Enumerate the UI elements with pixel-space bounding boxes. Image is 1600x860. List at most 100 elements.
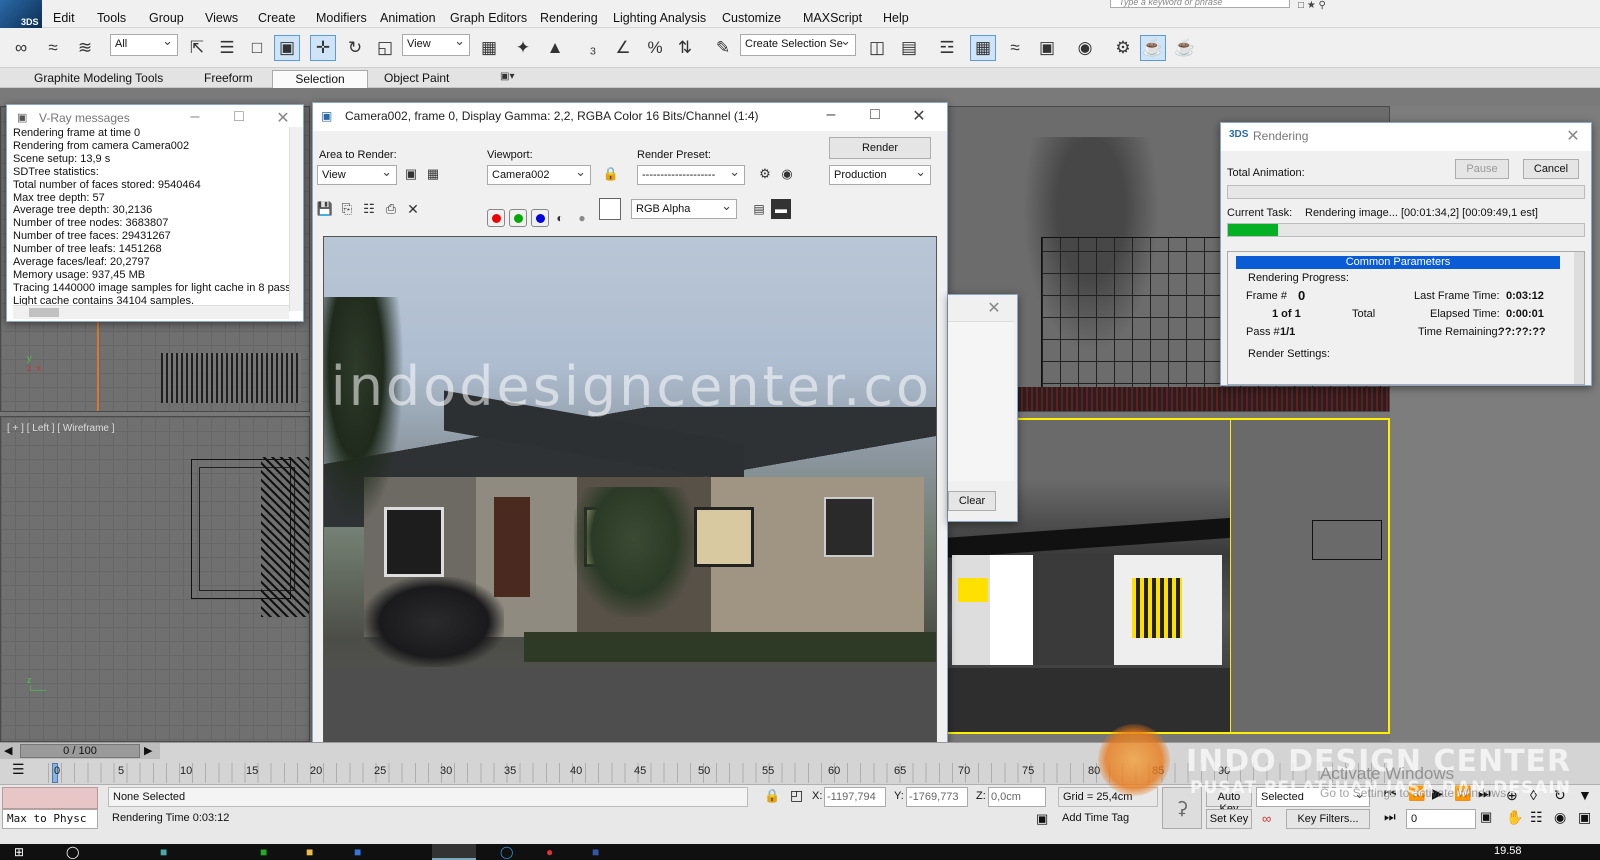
rollout-scrollbar[interactable] [1574, 252, 1584, 384]
z-coord-field[interactable]: 0,0cm [988, 787, 1046, 807]
select-manipulate-icon[interactable]: ✦ [510, 35, 536, 61]
set-key-button[interactable]: Set Key [1206, 809, 1252, 829]
unlink-icon[interactable]: ≈ [40, 35, 66, 61]
close-button[interactable]: ✕ [982, 298, 1006, 318]
key-filters-button[interactable]: Key Filters... [1286, 809, 1370, 829]
add-time-tag[interactable]: Add Time Tag [1058, 809, 1158, 829]
curve-editor-icon[interactable]: ≈ [1002, 35, 1028, 61]
walk-through-icon[interactable]: ☷ [1530, 809, 1543, 826]
current-frame-field[interactable]: 0 [1406, 809, 1476, 829]
copy-image-icon[interactable]: ⎘ [337, 199, 357, 219]
blue-channel-toggle[interactable] [531, 209, 549, 227]
menu-help[interactable]: Help [883, 11, 909, 25]
area-to-render-dropdown[interactable]: View [317, 165, 397, 185]
search-input[interactable]: Type a keyword or phrase [1110, 0, 1290, 8]
mirror-icon[interactable]: ◫ [864, 35, 890, 61]
orbit-subobject-icon[interactable]: ◉ [1554, 809, 1566, 826]
tab-graphite-modeling-tools[interactable]: Graphite Modeling Tools [24, 70, 173, 88]
mini-curve-editor-icon[interactable]: ☰ [12, 761, 25, 778]
display-channel-dropdown[interactable]: RGB Alpha [631, 199, 737, 219]
tab-freeform[interactable]: Freeform [194, 70, 263, 88]
frame-counter[interactable]: 0 / 100 [20, 744, 140, 758]
lock-icon[interactable]: 🔒 [601, 164, 621, 184]
select-by-name-icon[interactable]: ☰ [214, 35, 240, 61]
lock-selection-icon[interactable]: 🔒 [764, 788, 780, 804]
time-config-icon[interactable]: ▣ [1480, 809, 1492, 825]
menu-rendering[interactable]: Rendering [540, 11, 598, 25]
minimize-button[interactable]: – [819, 106, 843, 124]
menu-modifiers[interactable]: Modifiers [316, 11, 367, 25]
environment-icon[interactable]: ◉ [777, 164, 797, 184]
link-icon[interactable]: ∞ [8, 35, 34, 61]
viewport-dropdown[interactable]: Camera002 [487, 165, 591, 185]
menu-customize[interactable]: Customize [722, 11, 781, 25]
clone-window-icon[interactable]: ☷ [359, 199, 379, 219]
save-image-icon[interactable]: 💾 [315, 199, 335, 219]
edit-named-selection-icon[interactable]: ✎ [710, 35, 736, 61]
pivot-center-icon[interactable]: ▦ [476, 35, 502, 61]
render-setup-icon[interactable]: ⚙ [755, 164, 775, 184]
green-channel-toggle[interactable] [509, 209, 527, 227]
word-icon[interactable]: ■ [354, 845, 361, 859]
close-button[interactable]: ✕ [907, 106, 931, 126]
window-crossing-icon[interactable]: ▣ [274, 35, 300, 61]
time-tag-icon[interactable]: ▣ [1036, 811, 1048, 827]
pause-button[interactable]: Pause [1455, 159, 1509, 179]
schematic-view-icon[interactable]: ▣ [1034, 35, 1060, 61]
3dsmax-taskbar-icon[interactable] [432, 844, 476, 860]
minimize-button[interactable]: – [183, 108, 207, 126]
photoshop-icon[interactable]: ■ [592, 845, 599, 859]
bind-space-warp-icon[interactable]: ≋ [72, 35, 98, 61]
red-channel-toggle[interactable] [487, 209, 505, 227]
angle-snap-icon[interactable]: ∠ [610, 35, 636, 61]
pan-icon[interactable]: ✋ [1506, 809, 1523, 826]
excel-icon[interactable]: ■ [260, 845, 267, 859]
snaps-toggle-icon[interactable]: ₃ [580, 35, 606, 61]
print-icon[interactable]: ⎙ [381, 199, 401, 219]
cancel-button[interactable]: Cancel [1523, 159, 1579, 179]
key-mode-icon[interactable]: ⏭ [1384, 809, 1396, 825]
material-editor-icon[interactable]: ◉ [1072, 35, 1098, 61]
render-mode-dropdown[interactable]: Production [829, 165, 931, 185]
close-button[interactable]: ✕ [1561, 126, 1585, 146]
taskbar-app-icon[interactable]: ■ [160, 845, 167, 859]
select-object-icon[interactable]: ⇱ [184, 35, 210, 61]
rectangular-region-icon[interactable]: □ [244, 35, 270, 61]
maximize-viewport-icon[interactable]: ▣ [1578, 809, 1591, 826]
edge-icon[interactable]: ◯ [500, 845, 513, 859]
tab-object-paint[interactable]: Object Paint [374, 70, 459, 88]
monochrome-icon[interactable]: ● [573, 209, 591, 227]
slider-left-arrow-icon[interactable]: ◀ [4, 744, 12, 757]
spinner-snap-icon[interactable]: ⇅ [672, 35, 698, 61]
time-slider[interactable]: ◀ 0 / 100 ▶ [0, 743, 160, 759]
clear-icon[interactable]: ✕ [403, 199, 423, 219]
rollout-header[interactable]: Common Parameters [1236, 256, 1560, 269]
named-selection-dropdown[interactable]: Create Selection Se [740, 34, 856, 56]
menu-group[interactable]: Group [149, 11, 184, 25]
ribbon-options-icon[interactable]: ▣▾ [500, 71, 514, 82]
viewport-left[interactable]: [ + ] [ Left ] [ Wireframe ] z └── [0, 416, 310, 742]
menu-maxscript[interactable]: MAXScript [803, 11, 862, 25]
percent-snap-icon[interactable]: % [642, 35, 668, 61]
x-coord-field[interactable]: -1197,794 [824, 787, 886, 807]
menu-tools[interactable]: Tools [97, 11, 126, 25]
chrome-icon[interactable]: ● [546, 845, 553, 859]
tab-selection[interactable]: Selection [272, 70, 368, 88]
auto-region-icon[interactable]: ▦ [423, 164, 443, 184]
close-button[interactable]: ✕ [271, 108, 295, 128]
vertical-scrollbar[interactable] [289, 127, 303, 311]
render-button[interactable]: Render [829, 137, 931, 159]
field-of-view-icon[interactable]: ▼ [1578, 787, 1592, 803]
maxscript-mini-listener-top[interactable] [2, 787, 98, 809]
render-preset-dropdown[interactable]: -------------------- [637, 165, 745, 185]
edit-region-icon[interactable]: ▣ [401, 164, 421, 184]
default-tangent-icon[interactable]: ∞ [1262, 811, 1271, 826]
graphite-toggle-icon[interactable]: ▦ [970, 35, 996, 61]
menu-lighting-analysis[interactable]: Lighting Analysis [613, 11, 706, 25]
keyboard-shortcut-icon[interactable]: ▲ [542, 35, 568, 61]
select-scale-icon[interactable]: ◱ [372, 35, 398, 61]
maximize-button[interactable]: □ [863, 106, 887, 124]
alpha-channel-icon[interactable]: ◐ [551, 209, 569, 227]
app-logo[interactable]: 3DS [0, 0, 42, 28]
viewport-label[interactable]: [ + ] [ Left ] [ Wireframe ] [7, 423, 115, 434]
